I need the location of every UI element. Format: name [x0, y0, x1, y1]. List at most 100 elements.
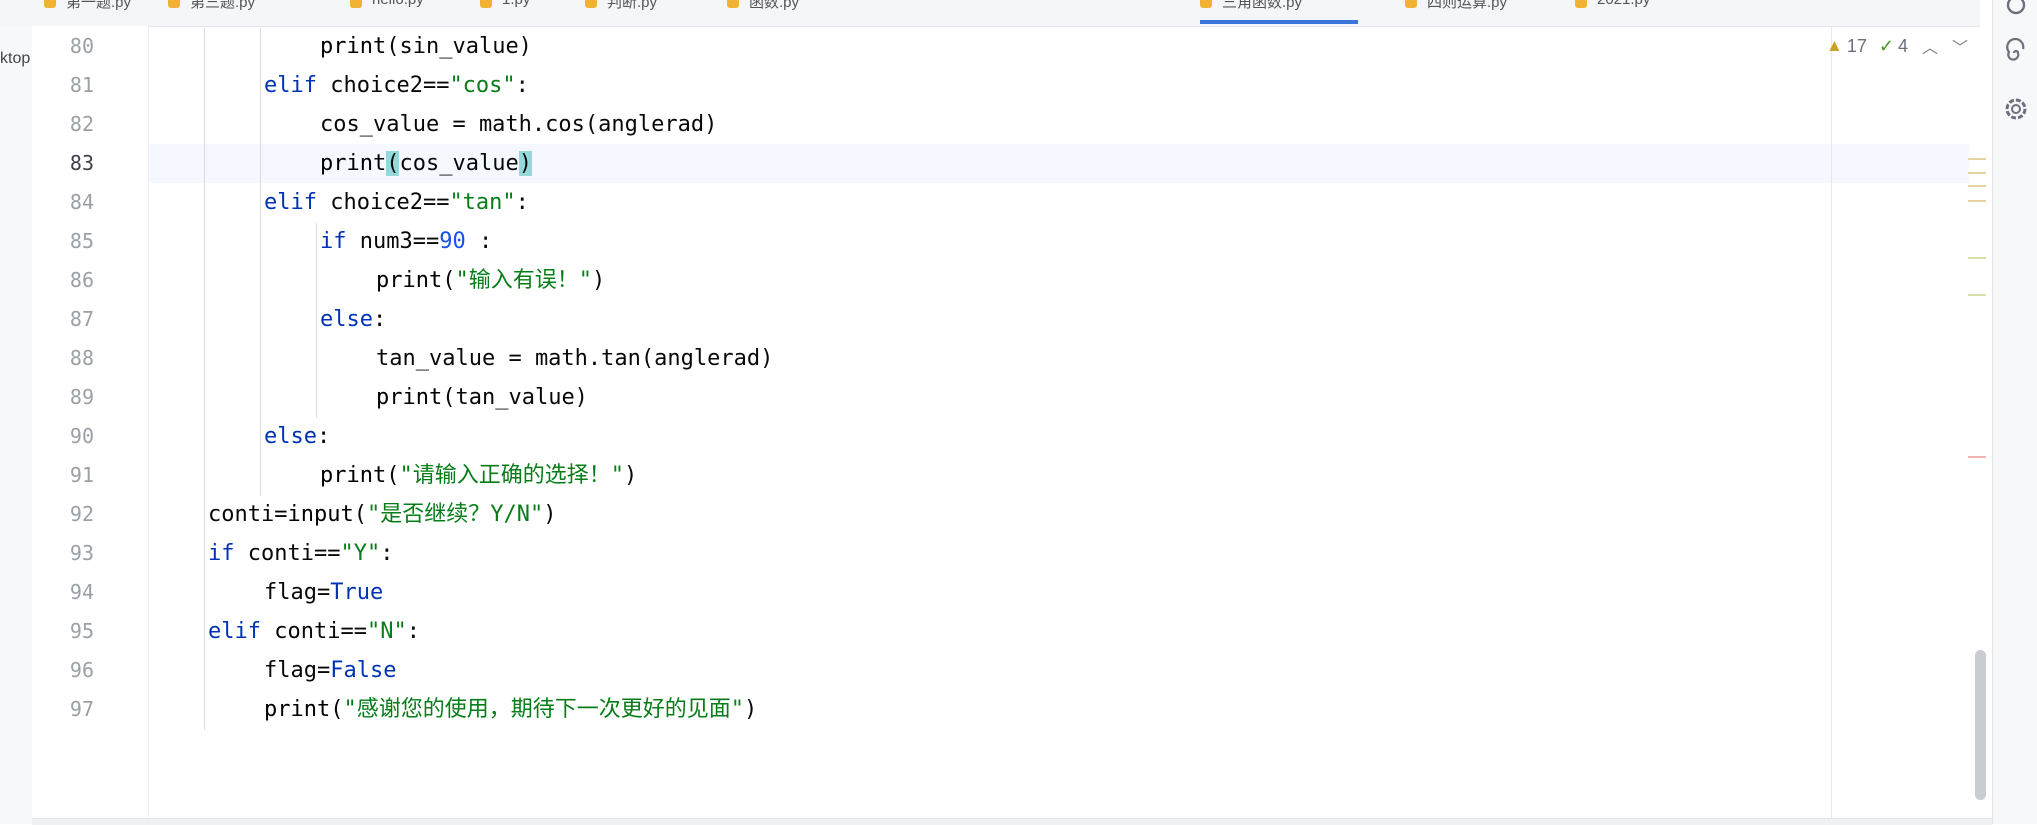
error-marker[interactable]: [1968, 456, 1986, 458]
line-number[interactable]: 95: [32, 612, 94, 651]
tab-label: 1.py: [502, 0, 530, 8]
editor-tab[interactable]: 判断.py: [585, 0, 657, 24]
code-token: (: [330, 697, 344, 722]
weak-warning-marker[interactable]: [1968, 294, 1986, 296]
keyword-token: elif: [264, 73, 317, 98]
tab-label: 函数.py: [749, 0, 800, 11]
string-token: "输入有误！": [455, 268, 592, 293]
matched-brace: ): [518, 151, 532, 176]
code-token: conti=: [208, 502, 288, 527]
code-token: ): [591, 268, 606, 293]
tab-label: 三角函数.py: [1222, 0, 1303, 11]
code-token: :: [372, 307, 387, 332]
line-number[interactable]: 93: [32, 534, 94, 573]
line-number[interactable]: 96: [32, 651, 94, 690]
line-number[interactable]: 91: [32, 456, 94, 495]
line-number[interactable]: 85: [32, 222, 94, 261]
weak-warning-marker[interactable]: [1968, 257, 1986, 259]
editor-tab[interactable]: 三角函数.py: [1200, 0, 1358, 24]
line-number[interactable]: 92: [32, 495, 94, 534]
line-number[interactable]: 97: [32, 690, 94, 729]
code-line[interactable]: print(sin_value): [320, 27, 532, 66]
editor-tab[interactable]: hello.py: [350, 0, 424, 24]
keyword-token: True: [330, 580, 384, 605]
line-number[interactable]: 81: [32, 66, 94, 105]
plugin-gear-icon[interactable]: [2001, 94, 2031, 124]
line-number[interactable]: 87: [32, 300, 94, 339]
editor-tab-bar: 第一题.py 第三题.py hello.py 1.py 判断.py 函数.py 三角函数.p…: [0, 0, 1980, 27]
code-token: :: [406, 619, 420, 644]
code-line[interactable]: flag=True: [264, 573, 383, 612]
code-token: :: [465, 229, 493, 254]
editor-tab[interactable]: 2021.py: [1575, 0, 1650, 24]
editor-tab[interactable]: 第三题.py: [168, 0, 255, 24]
code-line[interactable]: conti=input("是否继续？Y/N"): [208, 495, 556, 534]
tab-label: 2021.py: [1597, 0, 1650, 8]
code-line[interactable]: tan_value = math.tan(anglerad): [376, 339, 773, 378]
code-token: (: [386, 463, 400, 488]
code-line[interactable]: elif choice2=="tan":: [264, 183, 529, 222]
line-number[interactable]: 88: [32, 339, 94, 378]
code-line[interactable]: elif conti=="N":: [208, 612, 420, 651]
project-panel-cropped[interactable]: ktop: [0, 26, 33, 824]
chevron-up-icon[interactable]: ︿: [1922, 34, 1938, 58]
code-line[interactable]: print("感谢您的使用，期待下一次更好的见面"): [264, 690, 757, 729]
weak-warnings-count: 4: [1897, 35, 1908, 56]
line-number[interactable]: 86: [32, 261, 94, 300]
code-line[interactable]: flag=False: [264, 651, 396, 690]
code-token: (tan_value): [442, 385, 588, 410]
matched-brace: (: [386, 151, 400, 176]
code-line[interactable]: cos_value = math.cos(anglerad): [320, 105, 717, 144]
string-token: "请输入正确的选择！": [399, 463, 624, 488]
editor-tab[interactable]: 1.py: [480, 0, 530, 24]
string-token: "cos": [449, 73, 516, 98]
editor-tab[interactable]: 函数.py: [727, 0, 799, 24]
code-token: (sin_value): [386, 34, 532, 59]
line-number[interactable]: 94: [32, 573, 94, 612]
code-line[interactable]: if conti=="Y":: [208, 534, 393, 573]
python-file-icon: [585, 0, 597, 8]
code-line[interactable]: else:: [264, 417, 330, 456]
editor-tab[interactable]: 第一题.py: [44, 0, 131, 24]
code-line[interactable]: elif choice2=="cos":: [264, 66, 529, 105]
chevron-down-icon[interactable]: ﹀: [1952, 34, 1968, 58]
code-token: flag=: [264, 580, 331, 605]
line-number[interactable]: 80: [32, 27, 94, 66]
line-number[interactable]: 82: [32, 105, 94, 144]
code-token: conti==: [234, 541, 341, 566]
code-token: :: [515, 73, 529, 98]
warning-marker[interactable]: [1968, 185, 1986, 187]
line-number[interactable]: 84: [32, 183, 94, 222]
warning-marker[interactable]: [1968, 200, 1986, 202]
code-editor[interactable]: print(sin_value) elif choice2=="cos": cos_…: [149, 26, 1969, 824]
indent-guide: [316, 223, 317, 418]
code-line[interactable]: else:: [320, 300, 386, 339]
line-number[interactable]: 83: [32, 144, 94, 183]
keyword-token: False: [330, 658, 397, 683]
warning-marker[interactable]: [1968, 172, 1986, 174]
editor-tab[interactable]: 四则运算.py: [1405, 0, 1507, 24]
code-line[interactable]: print(cos_value): [320, 144, 532, 183]
line-number-gutter[interactable]: 80 81 82 83 84 85 86 87 88 89 90 91 92 93 94 95 96 97: [32, 26, 149, 824]
code-token: choice2==: [316, 73, 450, 98]
inspection-widget[interactable]: ▲ 17 ✓ 4 ︿ ﹀: [1826, 34, 1968, 58]
notifications-icon[interactable]: [2001, 0, 2031, 20]
line-number[interactable]: 90: [32, 417, 94, 456]
code-line[interactable]: if num3==90 :: [320, 222, 492, 261]
code-line[interactable]: print("输入有误！"): [376, 261, 605, 300]
function-token: print: [376, 385, 443, 410]
indent-guide: [260, 28, 261, 496]
code-line[interactable]: print("请输入正确的选择！"): [320, 456, 637, 495]
right-margin-guide: [1831, 26, 1832, 824]
function-token: print: [320, 34, 387, 59]
string-token: "N": [366, 619, 407, 644]
keyword-token: elif: [208, 619, 261, 644]
warnings-count: 17: [1846, 35, 1867, 56]
code-token: ): [743, 697, 758, 722]
code-token: (: [353, 502, 367, 527]
editor-scrollbar-thumb[interactable]: [1975, 650, 1986, 800]
warning-marker[interactable]: [1968, 158, 1986, 160]
ai-assistant-spiral-icon[interactable]: [2001, 38, 2031, 68]
line-number[interactable]: 89: [32, 378, 94, 417]
code-line[interactable]: print(tan_value): [376, 378, 588, 417]
